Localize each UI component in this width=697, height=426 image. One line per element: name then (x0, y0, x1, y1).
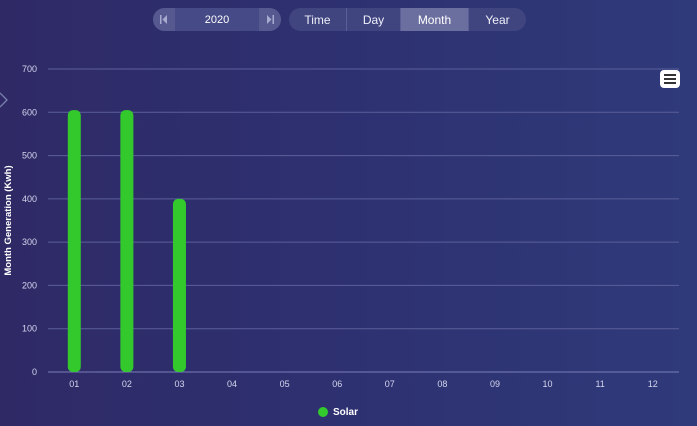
x-tick-label: 04 (227, 379, 237, 389)
y-tick-label: 400 (22, 194, 37, 204)
y-tick-label: 100 (22, 324, 37, 334)
x-tick-label: 02 (122, 379, 132, 389)
chart-legend[interactable]: Solar (318, 405, 358, 419)
y-tick-label: 500 (22, 151, 37, 161)
legend-solar-marker (318, 407, 328, 417)
y-tick-label: 0 (32, 367, 37, 377)
x-tick-label: 09 (490, 379, 500, 389)
x-tick-label: 08 (437, 379, 447, 389)
x-tick-label: 03 (174, 379, 184, 389)
y-tick-label: 700 (22, 64, 37, 74)
x-tick-label: 10 (543, 379, 553, 389)
x-tick-label: 11 (595, 379, 604, 389)
x-tick-label: 12 (648, 379, 658, 389)
x-tick-label: 06 (332, 379, 342, 389)
legend-solar-label: Solar (333, 406, 359, 418)
bar-solar-02[interactable] (120, 110, 134, 372)
monthly-generation-chart: 0 100 200 300 400 500 600 700 01 02 03 04 05 06 07 08 09… (3, 64, 679, 389)
x-tick-label: 07 (385, 379, 395, 389)
x-tick-label: 05 (280, 379, 290, 389)
bar-solar-01[interactable] (67, 110, 81, 372)
y-tick-label: 200 (22, 280, 37, 290)
x-tick-label: 01 (69, 379, 79, 389)
y-tick-label: 300 (22, 237, 37, 247)
y-axis-title: Month Generation (Kwh) (3, 165, 14, 275)
y-tick-label: 600 (22, 107, 37, 117)
bar-solar-03[interactable] (172, 198, 186, 372)
